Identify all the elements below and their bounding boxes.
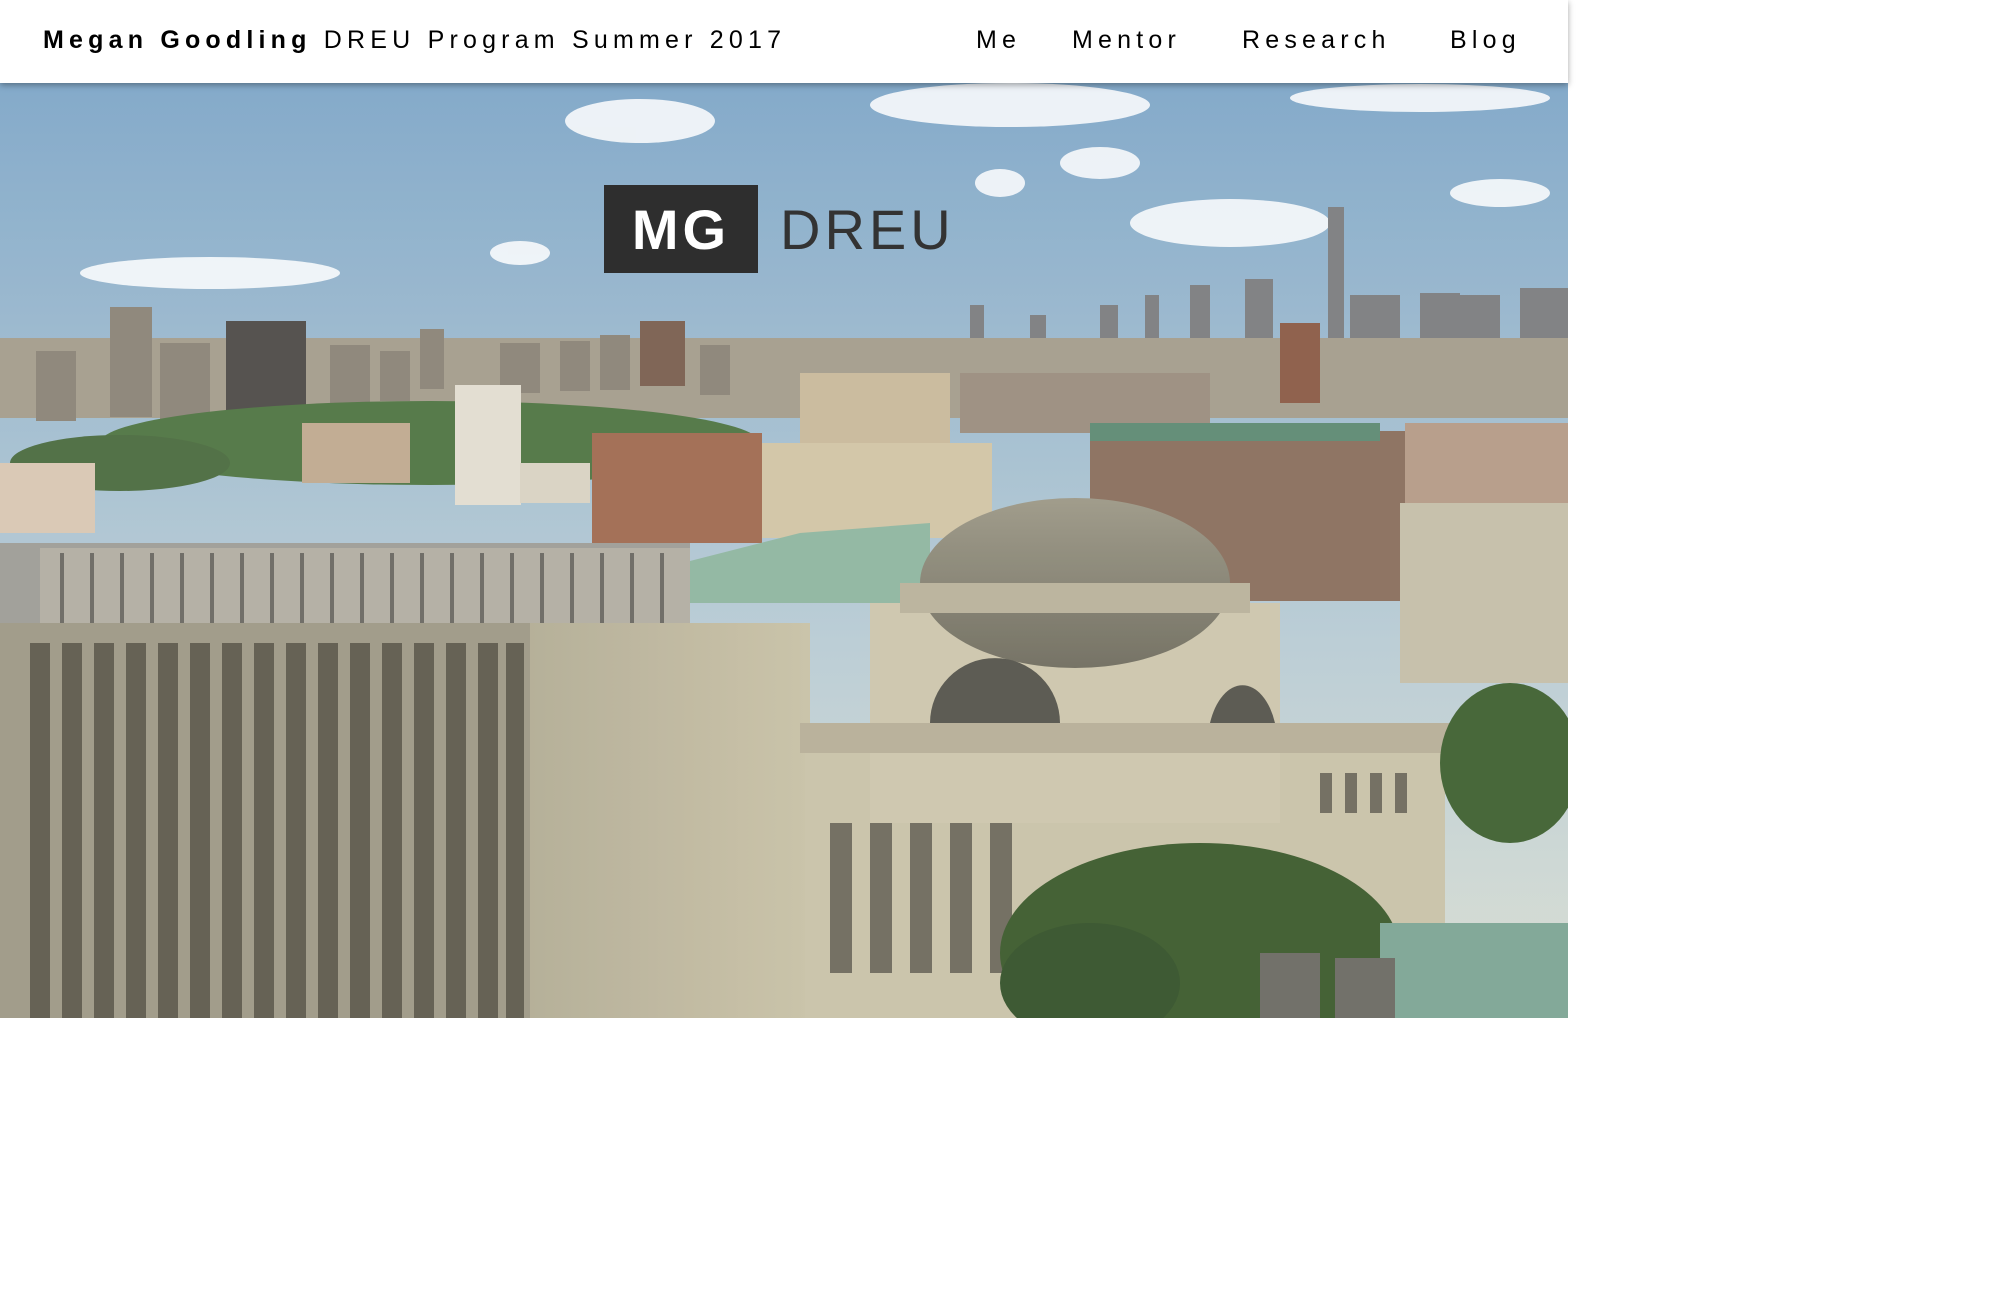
logo-initials-box: MG — [604, 185, 758, 273]
nav-link-me[interactable]: Me — [976, 26, 1021, 55]
hero-banner: MG DREU — [0, 83, 1568, 1018]
brand-author-name: Megan Goodling — [43, 26, 312, 54]
site-brand[interactable]: Megan Goodling DREU Program Summer 2017 — [43, 26, 786, 55]
top-navigation-bar: Megan Goodling DREU Program Summer 2017 … — [0, 0, 1568, 83]
nav-link-research[interactable]: Research — [1242, 26, 1391, 55]
nav-link-mentor[interactable]: Mentor — [1072, 26, 1181, 55]
nav-link-blog[interactable]: Blog — [1450, 26, 1521, 55]
site-logo: MG DREU — [604, 185, 955, 273]
logo-text: DREU — [780, 197, 955, 261]
brand-program-title: DREU Program Summer 2017 — [323, 26, 787, 54]
